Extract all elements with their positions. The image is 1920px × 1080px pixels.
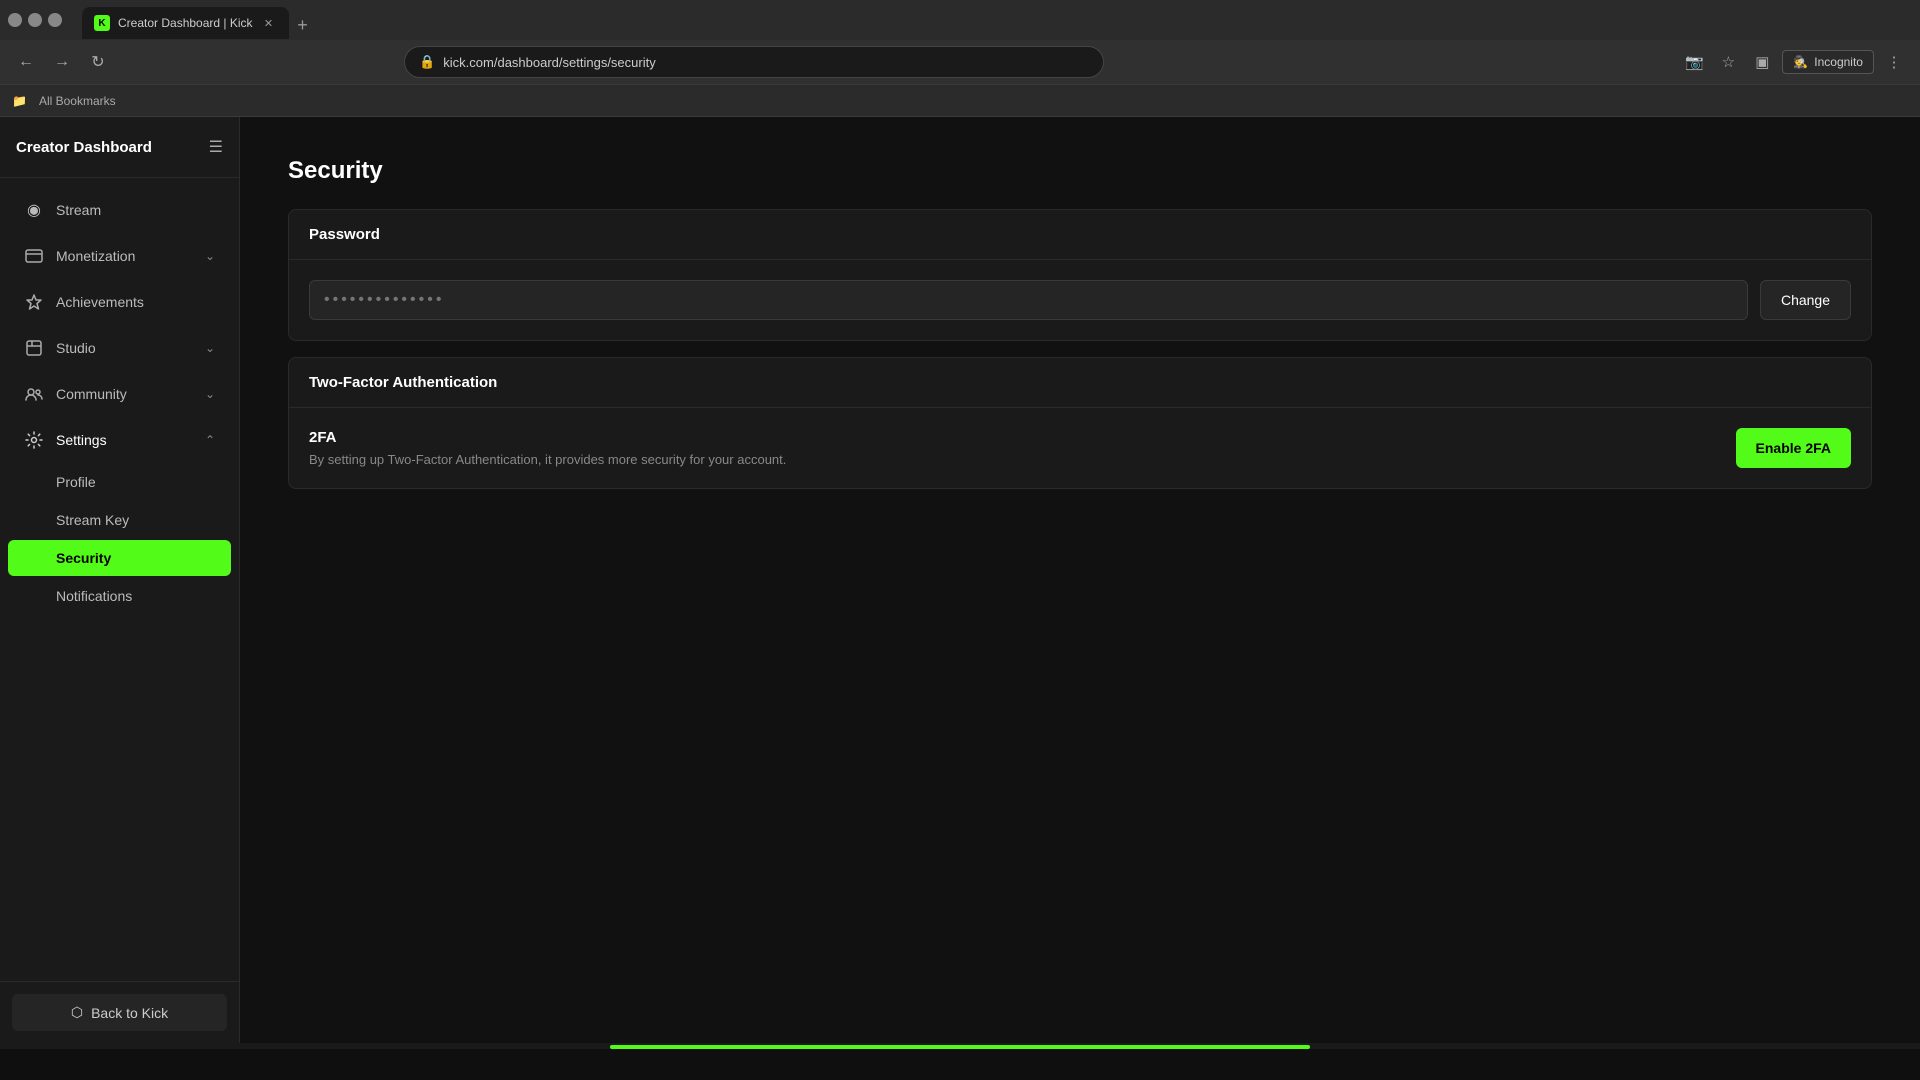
sidebar-toggle-button[interactable]: ☰ <box>209 137 223 157</box>
sidebar-header: Creator Dashboard ☰ <box>0 117 239 178</box>
sidebar: Creator Dashboard ☰ ◉ Stream Monetizatio <box>0 117 240 1043</box>
tfa-description: By setting up Two-Factor Authentication,… <box>309 452 786 467</box>
new-tab-button[interactable]: + <box>289 11 317 39</box>
camera-off-icon[interactable]: 📷 <box>1680 48 1708 76</box>
tab-close-button[interactable]: ✕ <box>261 15 277 31</box>
sidebar-item-monetization-label: Monetization <box>56 248 193 264</box>
sidebar-title: Creator Dashboard <box>16 139 152 156</box>
toggle-icon: ☰ <box>209 137 223 157</box>
bookmarks-icon: 📁 <box>12 94 27 108</box>
notifications-label: Notifications <box>56 588 132 604</box>
sidebar-subitem-notifications[interactable]: Notifications <box>8 578 231 614</box>
bookmark-icon[interactable]: ☆ <box>1714 48 1742 76</box>
close-button[interactable] <box>48 13 62 27</box>
tfa-card-body: 2FA By setting up Two-Factor Authenticat… <box>289 408 1871 488</box>
sidebar-item-studio[interactable]: Studio ⌄ <box>8 326 231 370</box>
refresh-button[interactable]: ↻ <box>84 48 112 76</box>
password-card: Password Change <box>288 209 1872 341</box>
back-button[interactable]: ← <box>12 48 40 76</box>
sidebar-item-studio-label: Studio <box>56 340 193 356</box>
sidebar-item-achievements-label: Achievements <box>56 294 215 310</box>
community-chevron-icon: ⌄ <box>205 387 215 401</box>
password-card-body: Change <box>289 260 1871 340</box>
sidebar-item-stream[interactable]: ◉ Stream <box>8 188 231 232</box>
tab-title: Creator Dashboard | Kick <box>118 16 253 30</box>
layout-icon[interactable]: ▣ <box>1748 48 1776 76</box>
tfa-card: Two-Factor Authentication 2FA By setting… <box>288 357 1872 489</box>
bottom-bar-progress <box>610 1045 1310 1049</box>
incognito-icon: 🕵 <box>1793 55 1808 69</box>
active-tab[interactable]: K Creator Dashboard | Kick ✕ <box>82 7 289 39</box>
bottom-bar <box>0 1043 1920 1049</box>
tfa-card-header: Two-Factor Authentication <box>289 358 1871 408</box>
page-title: Security <box>288 157 1872 185</box>
window-controls <box>8 13 62 27</box>
stream-icon: ◉ <box>24 200 44 220</box>
sidebar-item-community-label: Community <box>56 386 193 402</box>
sidebar-item-settings[interactable]: Settings ⌃ <box>8 418 231 462</box>
studio-chevron-icon: ⌄ <box>205 341 215 355</box>
change-password-button[interactable]: Change <box>1760 280 1851 320</box>
achievements-icon <box>24 292 44 312</box>
address-bar[interactable]: 🔒 kick.com/dashboard/settings/security <box>404 46 1104 78</box>
sidebar-item-stream-label: Stream <box>56 202 215 218</box>
profile-label: Profile <box>56 474 96 490</box>
browser-toolbar: ← → ↻ 🔒 kick.com/dashboard/settings/secu… <box>0 40 1920 84</box>
incognito-button[interactable]: 🕵 Incognito <box>1782 50 1874 74</box>
menu-icon[interactable]: ⋮ <box>1880 48 1908 76</box>
community-icon <box>24 384 44 404</box>
studio-icon <box>24 338 44 358</box>
tfa-label: 2FA <box>309 429 786 446</box>
back-to-kick-button[interactable]: ⬡ Back to Kick <box>12 994 227 1031</box>
app-container: Creator Dashboard ☰ ◉ Stream Monetizatio <box>0 117 1920 1043</box>
sidebar-subitem-security[interactable]: Security <box>8 540 231 576</box>
sidebar-item-monetization[interactable]: Monetization ⌄ <box>8 234 231 278</box>
url-text: kick.com/dashboard/settings/security <box>443 55 655 70</box>
back-to-kick-label: Back to Kick <box>91 1005 168 1021</box>
tfa-section-title: Two-Factor Authentication <box>309 374 497 391</box>
sidebar-nav: ◉ Stream Monetization ⌄ <box>0 178 239 981</box>
browser-chrome: K Creator Dashboard | Kick ✕ + ← → ↻ 🔒 k… <box>0 0 1920 117</box>
maximize-button[interactable] <box>28 13 42 27</box>
sidebar-footer: ⬡ Back to Kick <box>0 981 239 1043</box>
sidebar-item-settings-label: Settings <box>56 432 193 448</box>
monetization-icon <box>24 246 44 266</box>
sidebar-item-community[interactable]: Community ⌄ <box>8 372 231 416</box>
monetization-chevron-icon: ⌄ <box>205 249 215 263</box>
security-label: Security <box>56 550 111 566</box>
password-card-header: Password <box>289 210 1871 260</box>
minimize-button[interactable] <box>8 13 22 27</box>
tfa-info: 2FA By setting up Two-Factor Authenticat… <box>309 429 786 467</box>
incognito-label: Incognito <box>1814 55 1863 69</box>
forward-button[interactable]: → <box>48 48 76 76</box>
tab-favicon: K <box>94 15 110 31</box>
tab-bar: K Creator Dashboard | Kick ✕ + <box>74 1 1912 39</box>
bookmarks-label: All Bookmarks <box>39 94 116 108</box>
settings-chevron-icon: ⌃ <box>205 433 215 447</box>
toolbar-right: 📷 ☆ ▣ 🕵 Incognito ⋮ <box>1680 48 1908 76</box>
password-section-title: Password <box>309 226 380 243</box>
sidebar-item-achievements[interactable]: Achievements <box>8 280 231 324</box>
sidebar-subitem-stream-key[interactable]: Stream Key <box>8 502 231 538</box>
main-content: Security Password Change Two-Factor Auth… <box>240 117 1920 1043</box>
settings-icon <box>24 430 44 450</box>
password-row: Change <box>309 280 1851 320</box>
lock-icon: 🔒 <box>419 54 435 70</box>
bookmarks-bar: 📁 All Bookmarks <box>0 84 1920 116</box>
back-icon: ⬡ <box>71 1004 83 1021</box>
password-input[interactable] <box>309 280 1748 320</box>
stream-key-label: Stream Key <box>56 512 129 528</box>
titlebar: K Creator Dashboard | Kick ✕ + <box>0 0 1920 40</box>
sidebar-subitem-profile[interactable]: Profile <box>8 464 231 500</box>
enable-2fa-button[interactable]: Enable 2FA <box>1736 428 1851 468</box>
tfa-row: 2FA By setting up Two-Factor Authenticat… <box>309 428 1851 468</box>
